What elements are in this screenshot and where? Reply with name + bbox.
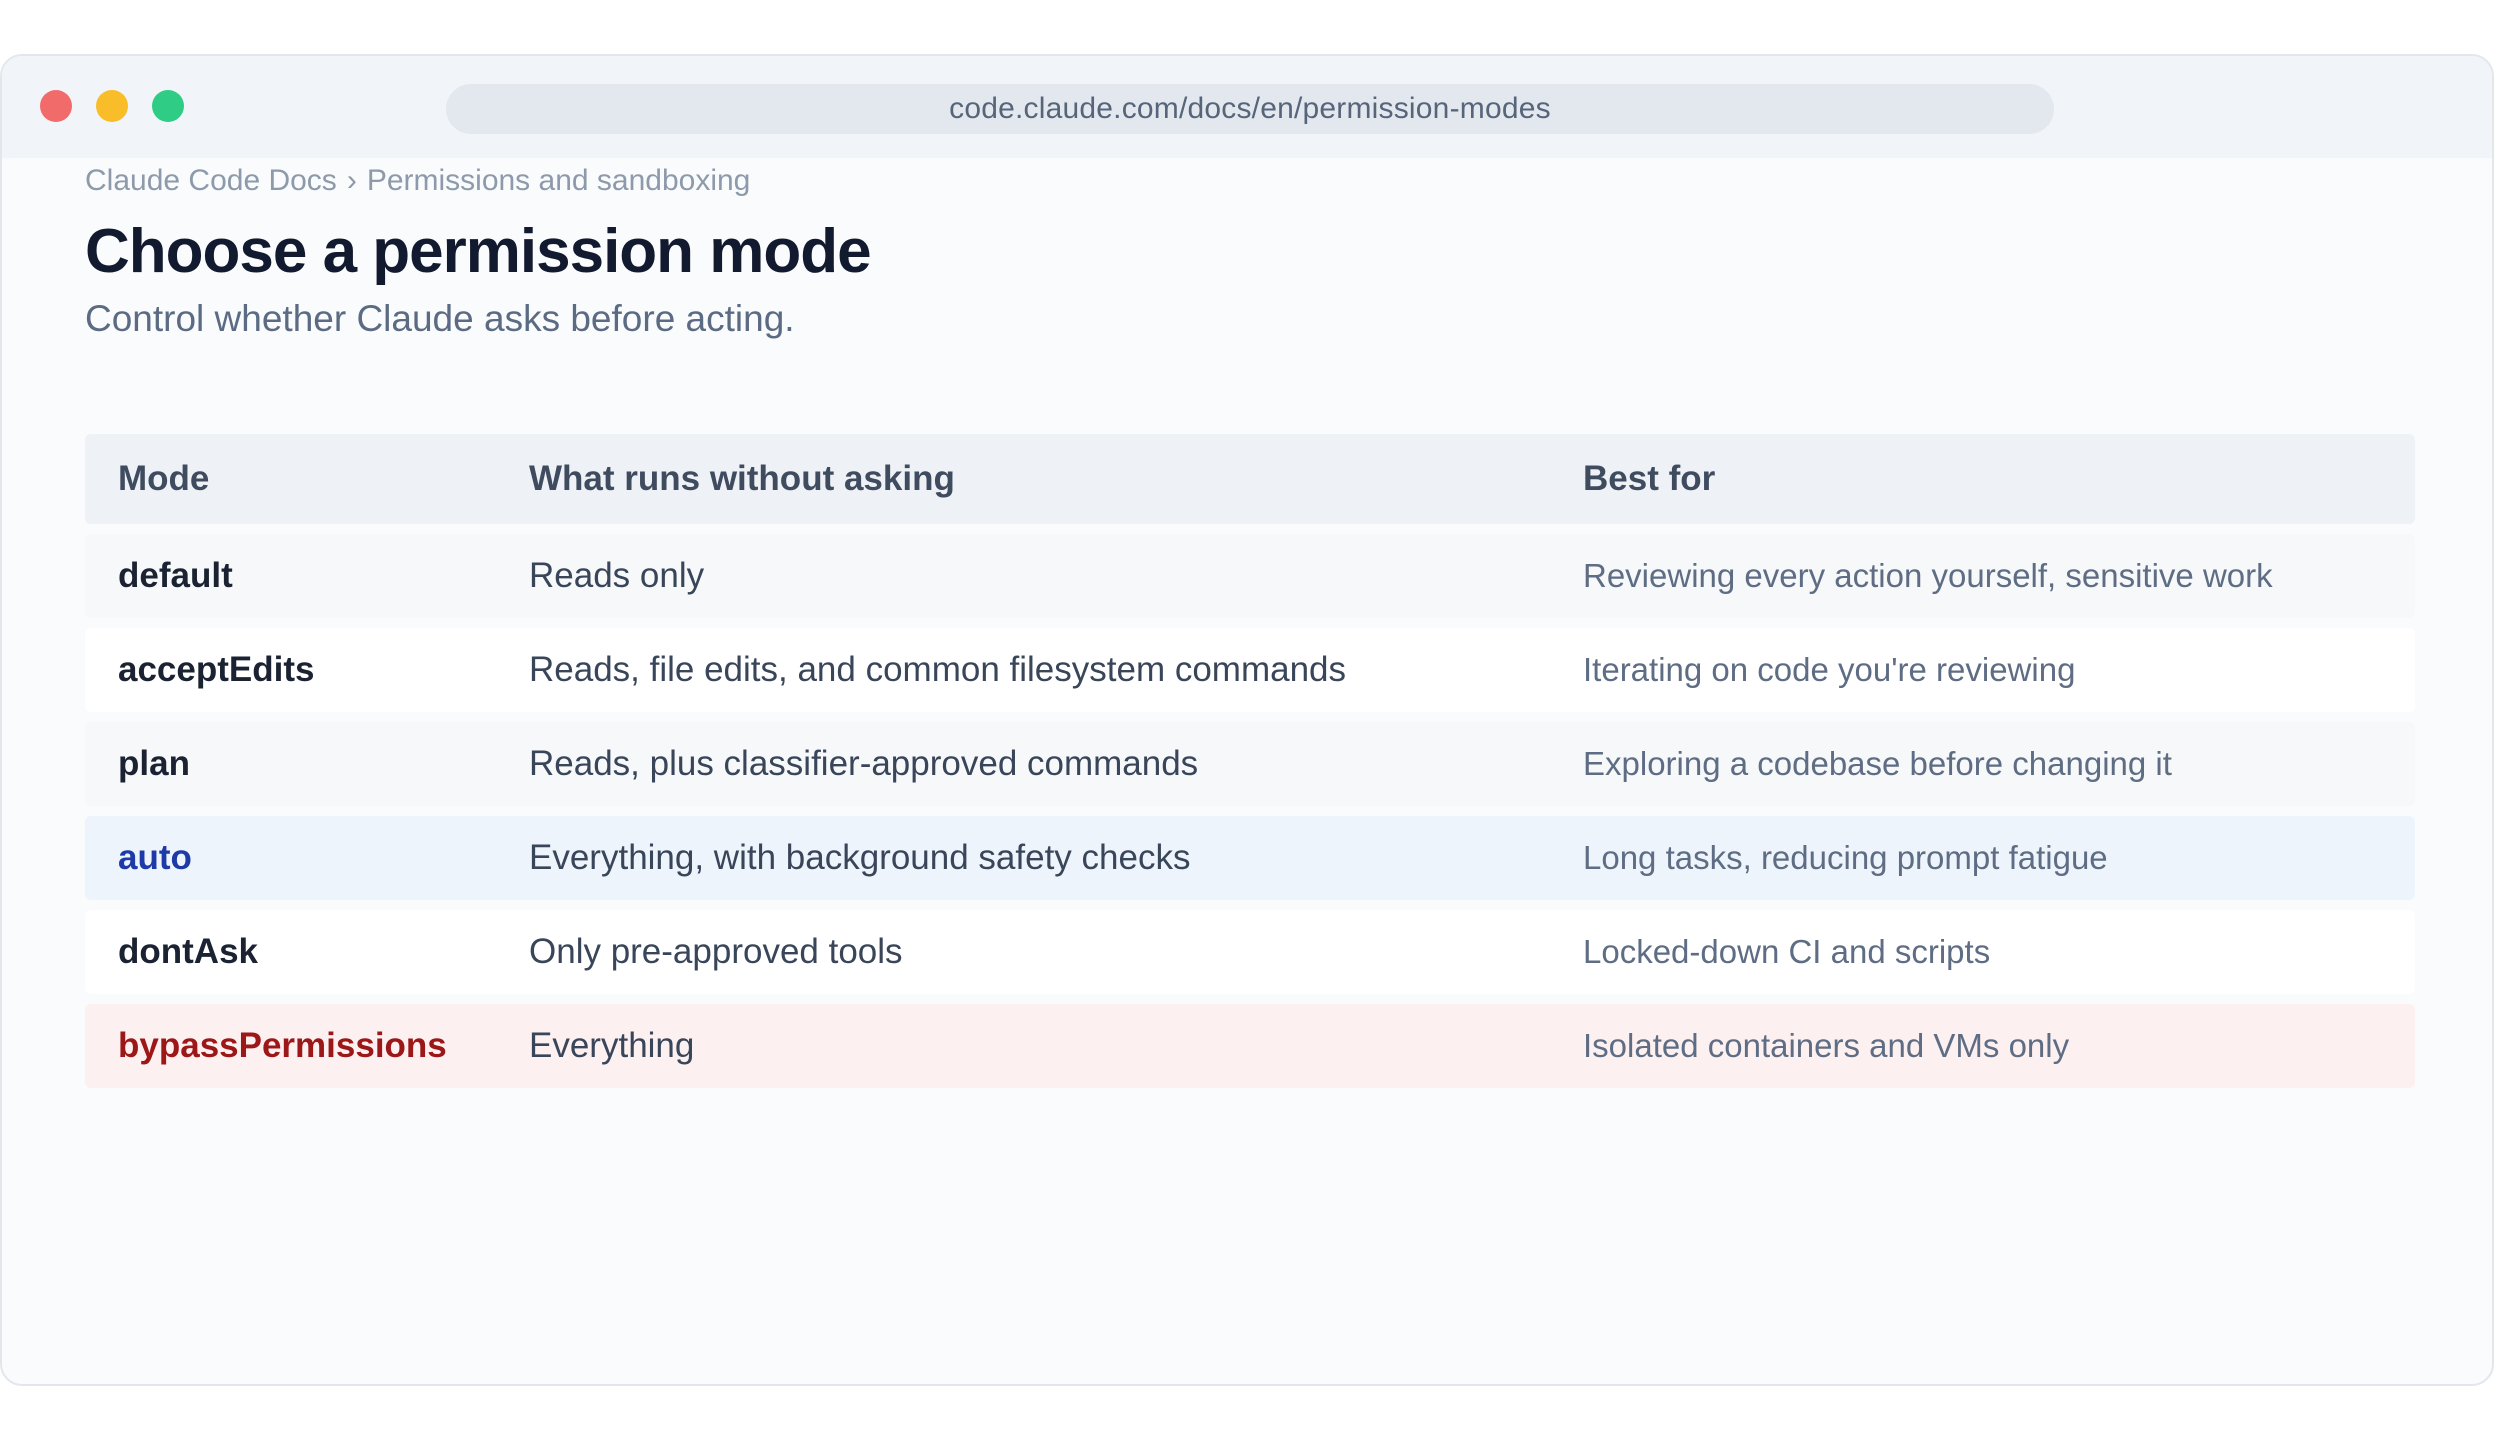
close-window-button[interactable] — [40, 90, 72, 122]
minimize-window-button[interactable] — [96, 90, 128, 122]
runs-cell: Reads, file edits, and common filesystem… — [529, 650, 1346, 689]
runs-cell: Reads only — [529, 556, 705, 595]
page-content: Claude Code Docs › Permissions and sandbox… — [2, 158, 2492, 1384]
runs-cell: Everything, with background safety check… — [529, 838, 1191, 877]
best-for-cell: Reviewing every action yourself, sensiti… — [1583, 557, 2273, 594]
maximize-window-button[interactable] — [152, 90, 184, 122]
runs-cell: Only pre-approved tools — [529, 932, 903, 971]
mode-cell: acceptEdits — [118, 650, 315, 689]
breadcrumb: Claude Code Docs › Permissions and sandbox… — [85, 164, 750, 198]
best-for-cell: Long tasks, reducing prompt fatigue — [1583, 839, 2108, 876]
browser-window: code.claude.com/docs/en/permission-modes… — [0, 54, 2494, 1386]
breadcrumb-item-permissions[interactable]: Permissions and sandboxing — [367, 164, 751, 197]
breadcrumb-item-docs[interactable]: Claude Code Docs — [85, 164, 337, 197]
page-title: Choose a permission mode — [85, 217, 872, 286]
column-header-mode: Mode — [118, 459, 210, 498]
table-row-dontask: dontAsk Only pre-approved tools Locked-d… — [85, 910, 2415, 994]
best-for-cell: Isolated containers and VMs only — [1583, 1027, 2070, 1064]
table-row-auto: auto Everything, with background safety … — [85, 816, 2415, 900]
mode-cell: bypassPermissions — [118, 1026, 447, 1065]
table-header-row: Mode What runs without asking Best for — [85, 434, 2415, 524]
runs-cell: Reads, plus classifier-approved commands — [529, 744, 1199, 783]
table-row-plan: plan Reads, plus classifier-approved com… — [85, 722, 2415, 806]
column-header-best-for: Best for — [1583, 459, 1716, 498]
mode-cell: dontAsk — [118, 932, 258, 971]
column-header-runs: What runs without asking — [529, 459, 955, 498]
runs-cell: Everything — [529, 1026, 695, 1065]
table-row-acceptedits: acceptEdits Reads, file edits, and commo… — [85, 628, 2415, 712]
best-for-cell: Exploring a codebase before changing it — [1583, 745, 2172, 782]
page-subtitle: Control whether Claude asks before actin… — [85, 298, 795, 339]
best-for-cell: Iterating on code you're reviewing — [1583, 651, 2076, 688]
table-row-default: default Reads only Reviewing every actio… — [85, 534, 2415, 618]
table-row-bypasspermissions: bypassPermissions Everything Isolated co… — [85, 1004, 2415, 1088]
mode-cell: default — [118, 556, 233, 595]
mode-cell: plan — [118, 744, 190, 783]
mode-cell: auto — [118, 838, 192, 877]
best-for-cell: Locked-down CI and scripts — [1583, 933, 1991, 970]
title-bar: code.claude.com/docs/en/permission-modes — [2, 56, 2492, 158]
breadcrumb-separator: › — [346, 164, 357, 197]
address-bar[interactable]: code.claude.com/docs/en/permission-modes — [446, 84, 2054, 134]
